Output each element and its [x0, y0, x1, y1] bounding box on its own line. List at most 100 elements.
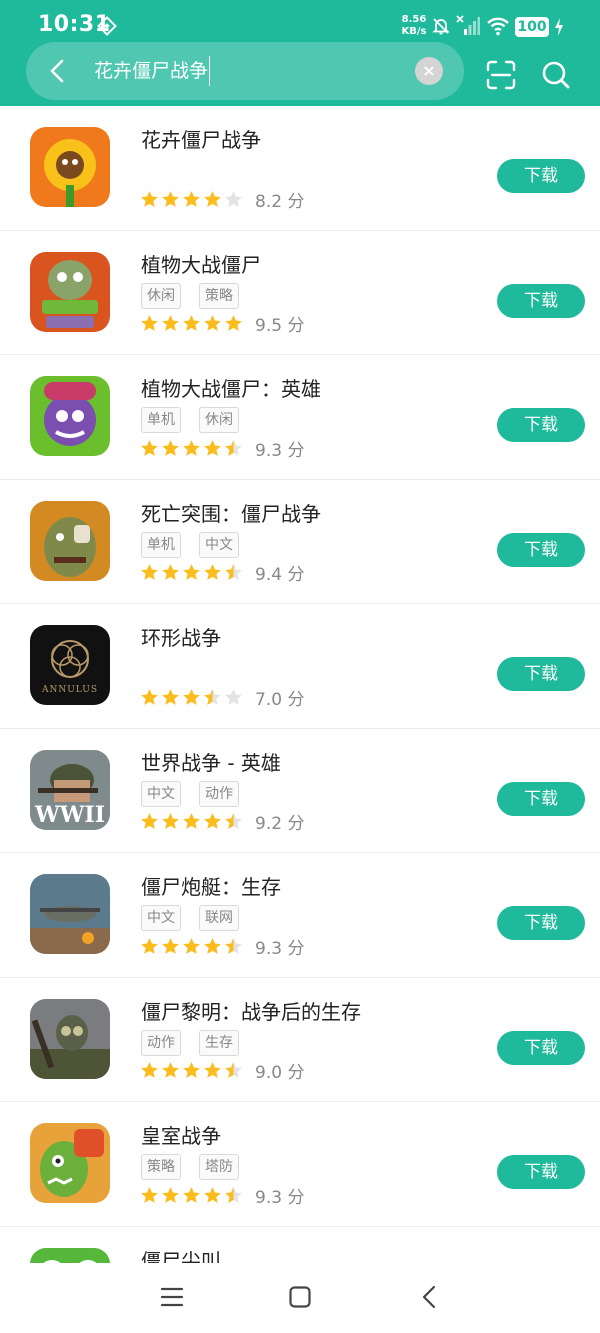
app-rating: 7.0 分 — [140, 686, 305, 710]
star-filled-icon — [204, 1062, 221, 1078]
star-filled-icon — [162, 564, 179, 580]
menu-icon[interactable] — [160, 1285, 184, 1309]
clear-search-button[interactable]: × — [415, 57, 443, 85]
survivor-gasmask-icon[interactable] — [30, 998, 110, 1079]
rating-stars — [140, 812, 243, 831]
search-input[interactable]: 花卉僵尸战争 — [94, 56, 211, 86]
star-filled-icon — [162, 439, 179, 456]
system-nav-bar — [0, 1263, 600, 1333]
pvz-heroes-icon[interactable] — [30, 376, 110, 456]
star-filled-icon — [183, 439, 200, 456]
app-tag: 策略 — [141, 1154, 181, 1180]
app-list-item[interactable]: 僵尸炮艇：生存 中文 联网 9.3 分 下载 — [0, 853, 600, 978]
search-bar[interactable]: 花卉僵尸战争 × — [26, 42, 464, 100]
icon-caption: ANNULUS — [41, 685, 99, 695]
location-diamond-icon — [97, 16, 117, 36]
back-arrow-icon[interactable] — [44, 57, 72, 85]
star-half-icon — [225, 1186, 242, 1203]
rating-score: 9.3 分 — [255, 938, 305, 959]
app-list-item[interactable]: 皇室战争 策略 塔防 9.3 分 下载 — [0, 1102, 600, 1227]
download-button[interactable]: 下载 — [497, 906, 585, 940]
sunflower-game-icon[interactable] — [30, 127, 110, 207]
star-half-icon — [225, 439, 242, 456]
zombie-scream-icon[interactable] — [30, 1247, 110, 1263]
download-button[interactable]: 下载 — [497, 1155, 585, 1189]
search-icon[interactable] — [541, 60, 571, 90]
star-filled-icon — [141, 1062, 158, 1078]
app-list-item[interactable]: 花卉僵尸战争 8.2 分 下载 — [0, 106, 600, 231]
star-filled-icon — [183, 315, 200, 331]
app-tags: 中文 联网 — [141, 905, 239, 931]
network-speed: 8.56 KB/s — [401, 14, 427, 37]
app-list-item[interactable]: 植物大战僵尸 休闲 策略 9.5 分 下载 — [0, 231, 600, 355]
app-list-item[interactable]: 僵尸黎明：战争后的生存 动作 生存 9.0 分 下载 — [0, 978, 600, 1102]
plants-vs-zombies-icon[interactable] — [30, 251, 110, 332]
app-tag: 单机 — [141, 531, 181, 558]
app-name[interactable]: 植物大战僵尸：英雄 — [141, 373, 321, 402]
star-filled-icon — [162, 688, 179, 705]
app-tags: 单机 休闲 — [141, 407, 239, 433]
star-half-icon — [225, 1062, 242, 1078]
app-name[interactable]: 花卉僵尸战争 — [141, 124, 261, 153]
star-filled-icon — [183, 688, 200, 705]
rating-score: 9.4 分 — [255, 565, 305, 585]
app-list-item[interactable]: 植物大战僵尸：英雄 单机 休闲 9.3 分 下载 — [0, 355, 600, 480]
app-name[interactable]: 植物大战僵尸 — [141, 249, 261, 278]
back-icon[interactable] — [418, 1285, 442, 1309]
ww2-soldier-icon[interactable]: WWII — [30, 749, 110, 830]
star-filled-icon — [183, 813, 200, 829]
rating-score: 9.3 分 — [255, 1187, 305, 1208]
rating-stars — [140, 937, 243, 956]
charging-bolt-icon — [555, 18, 563, 36]
app-tags: 动作 生存 — [141, 1029, 239, 1056]
star-filled-icon — [141, 564, 158, 580]
app-name[interactable]: 死亡突围：僵尸战争 — [141, 498, 321, 527]
app-rating: 8.2 分 — [140, 188, 304, 212]
star-half-icon — [204, 688, 221, 705]
app-tag: 动作 — [141, 1029, 181, 1056]
app-tags: 策略 塔防 — [141, 1154, 239, 1180]
app-list-item[interactable]: WWII 世界战争 - 英雄 中文 动作 9.2 分 下载 — [0, 729, 600, 853]
star-filled-icon — [204, 937, 221, 954]
rating-score: 7.0 分 — [255, 689, 305, 710]
app-list-item[interactable]: 死亡突围：僵尸战争 单机 中文 9.4 分 下载 — [0, 480, 600, 604]
mute-bell-icon — [432, 18, 450, 35]
app-name[interactable]: 环形战争 — [141, 622, 221, 651]
download-button[interactable]: 下载 — [497, 159, 585, 193]
rating-stars — [140, 1061, 243, 1080]
star-filled-icon — [141, 937, 158, 954]
star-empty-icon — [225, 190, 242, 207]
download-button[interactable]: 下载 — [497, 781, 585, 816]
home-icon[interactable] — [288, 1285, 312, 1309]
download-button[interactable]: 下载 — [497, 532, 585, 567]
app-rating: 9.3 分 — [140, 1184, 305, 1208]
app-name[interactable]: 僵尸尖叫 — [141, 1245, 221, 1264]
scan-icon[interactable] — [486, 60, 516, 90]
star-filled-icon — [204, 1186, 221, 1203]
rating-stars — [140, 190, 243, 209]
app-name[interactable]: 世界战争 - 英雄 — [141, 747, 281, 776]
app-name[interactable]: 僵尸黎明：战争后的生存 — [141, 996, 361, 1025]
star-empty-icon — [225, 688, 242, 705]
star-half-icon — [225, 813, 242, 829]
download-button[interactable]: 下载 — [497, 283, 585, 318]
download-button[interactable]: 下载 — [497, 408, 585, 442]
battery-indicator: 100 — [515, 17, 549, 37]
zombie-escape-icon[interactable] — [30, 500, 110, 581]
app-tag: 生存 — [199, 1029, 239, 1056]
annulus-icon[interactable]: ANNULUS — [30, 625, 110, 705]
app-tag: 联网 — [199, 905, 239, 931]
rating-score: 9.5 分 — [255, 316, 305, 336]
search-results-list[interactable]: 花卉僵尸战争 8.2 分 下载 植物大战僵尸 休闲 策略 9.5 分 下载 植物大… — [0, 106, 600, 1263]
app-list-item[interactable]: 僵尸尖叫 — [0, 1227, 600, 1264]
app-name[interactable]: 皇室战争 — [141, 1120, 221, 1149]
app-list-item[interactable]: ANNULUS 环形战争 7.0 分 下载 — [0, 604, 600, 729]
app-name[interactable]: 僵尸炮艇：生存 — [141, 871, 281, 900]
download-button[interactable]: 下载 — [497, 657, 585, 691]
star-filled-icon — [162, 190, 179, 207]
app-tag: 单机 — [141, 407, 181, 433]
gunship-icon[interactable] — [30, 874, 110, 954]
app-tag: 塔防 — [199, 1154, 239, 1180]
download-button[interactable]: 下载 — [497, 1030, 585, 1065]
clash-royale-icon[interactable] — [30, 1123, 110, 1203]
